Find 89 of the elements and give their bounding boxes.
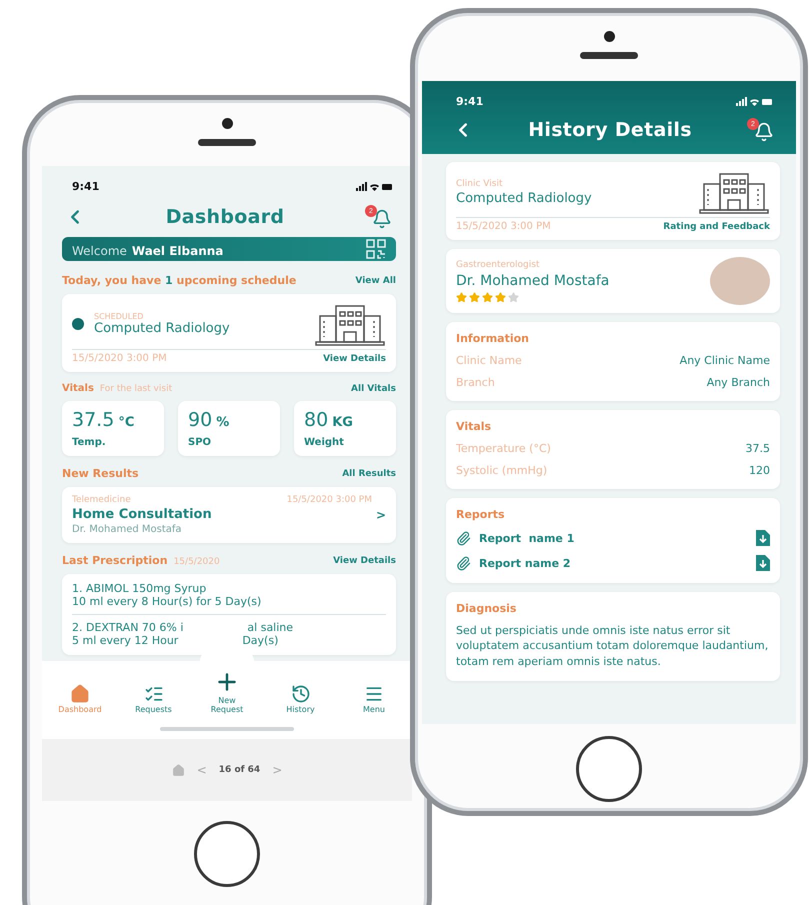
schedule-heading: upcoming schedule — [175, 274, 296, 288]
vital-value: 37.5 °C — [72, 409, 136, 432]
status-dot — [72, 318, 84, 330]
screen-title: History Details — [528, 119, 692, 141]
appointment-name: Computed Radiology — [94, 321, 230, 336]
vital-value: 90 % — [188, 409, 230, 432]
field-value: Any Branch — [706, 376, 770, 389]
section-title: Last Prescription — [62, 554, 168, 568]
user-name: Wael Elbanna — [132, 244, 224, 258]
prescription-text: 1. ABIMOL 150mg Syrup — [72, 582, 206, 596]
star-icon — [508, 292, 519, 302]
star-icon — [482, 292, 493, 302]
prescription-text: 2. DEXTRAN 70 6% i — [72, 621, 184, 634]
vital-value: 80 KG — [304, 409, 354, 432]
section-title: Vitals — [456, 420, 492, 433]
view-details-link[interactable]: View Details — [333, 556, 396, 566]
screen-title: Dashboard — [166, 206, 284, 228]
doctor-name: Dr. Mohamed Mostafa — [72, 524, 183, 536]
rating-link[interactable]: Rating and Feedback — [663, 222, 770, 232]
history-icon — [290, 684, 310, 704]
field-label: Clinic Name — [456, 354, 522, 367]
file-download-icon[interactable] — [756, 555, 770, 571]
file-download-icon[interactable] — [756, 530, 770, 546]
field-label: Temperature (°C) — [456, 442, 551, 455]
paperclip-icon — [456, 530, 471, 546]
status-icons — [736, 96, 772, 106]
appointment-date: 15/5/2020 3:00 PM — [72, 353, 167, 364]
report-link[interactable]: Report name 2 — [479, 556, 571, 570]
result-type: Telemedicine — [72, 495, 131, 506]
field-label: Systolic (mmHg) — [456, 464, 548, 477]
section-title: Reports — [456, 508, 506, 521]
vital-label: Temp. — [72, 437, 107, 448]
prescription-text: 10 ml every 8 Hour(s) for 5 Day(s) — [72, 595, 262, 608]
bell-icon — [754, 122, 774, 142]
doctor-name: Dr. Mohamed Mostafa — [456, 272, 610, 288]
result-name: Home Consultation — [72, 507, 212, 522]
all-vitals-link[interactable]: All Vitals — [351, 384, 396, 394]
prescription-text: al saline — [247, 621, 294, 634]
speaker-slot — [580, 52, 638, 59]
view-all-link[interactable]: View All — [355, 276, 396, 286]
welcome-label: Welcome — [72, 244, 127, 258]
result-card[interactable]: Telemedicine 15/5/2020 3:00 PM Home Consultation > Dr. Mohamed Mostafa — [62, 487, 396, 544]
schedule-count: 1 — [165, 274, 173, 288]
section-title: Vitals — [62, 383, 94, 394]
camera-dot — [222, 118, 232, 129]
prescription-date: 15/5/2020 — [174, 557, 220, 568]
section-title: Diagnosis — [456, 602, 518, 615]
field-value: Any Clinic Name — [680, 354, 770, 367]
star-icon — [469, 292, 480, 302]
speaker-slot — [198, 139, 256, 146]
prescription-text: 5 ml every 12 Hour — [72, 634, 178, 648]
star-icon — [456, 292, 467, 302]
visit-date: 15/5/2020 3:00 PM — [456, 221, 551, 232]
bell-icon — [372, 209, 392, 229]
nav-tab[interactable]: History — [266, 684, 334, 715]
schedule-heading: Today, you have — [62, 274, 162, 288]
visit-type: Clinic Visit — [456, 178, 504, 188]
result-date: 15/5/2020 3:00 PM — [286, 495, 372, 506]
field-value: 120 — [749, 464, 770, 477]
vital-label: Weight — [304, 437, 345, 448]
field-value: 37.5 — [746, 442, 770, 455]
report-link[interactable]: Report name 1 — [479, 532, 574, 544]
paperclip-icon — [456, 556, 471, 570]
nav-tab[interactable]: Menu — [340, 684, 408, 715]
field-label: Branch — [456, 376, 495, 389]
home-icon — [70, 684, 90, 704]
camera-dot — [604, 31, 614, 42]
status-label: SCHEDULED — [94, 312, 144, 322]
page-count: 16 of 64 — [218, 765, 260, 775]
all-results-link[interactable]: All Results — [342, 468, 396, 479]
chevron-right: > — [376, 508, 386, 522]
doctor-specialty: Gastroenterologist — [456, 260, 540, 270]
star-icon — [495, 292, 506, 302]
nav-tab[interactable]: New Request — [193, 669, 261, 715]
view-details-link[interactable]: View Details — [323, 354, 386, 364]
section-title: Information — [456, 332, 530, 345]
status-icons — [356, 182, 392, 192]
status-time: 9:41 — [456, 95, 484, 108]
nav-tab[interactable]: Dashboard — [46, 684, 114, 715]
section-subtitle: For the last visit — [100, 384, 172, 394]
qr-code-icon[interactable] — [366, 239, 386, 260]
nav-tab[interactable]: Requests — [120, 684, 188, 715]
schedule-card[interactable]: SCHEDULED Computed Radiology 15/5/2020 3:00 PM View Details — [62, 294, 396, 372]
visit-name: Computed Radiology — [456, 190, 592, 206]
section-title: New Results — [62, 467, 139, 480]
vital-label: SPO — [188, 437, 212, 448]
status-time: 9:41 — [72, 180, 100, 193]
diagnosis-text: Sed ut perspiciatis unde omnis iste natus error sit voluptatem accusantium totam doloremque laudantium, totam rem aperiam omnis iste natus. — [456, 623, 770, 670]
prescription-text: Day(s) — [242, 634, 278, 648]
